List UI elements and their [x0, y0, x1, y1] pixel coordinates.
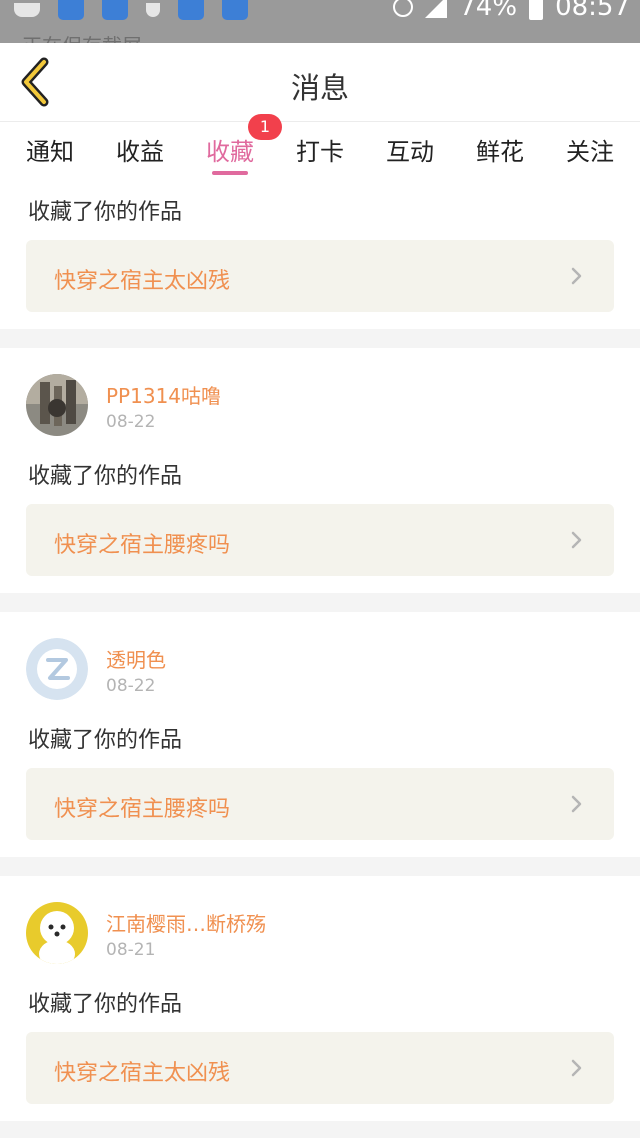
status-icons-right: 74% 08:57: [393, 0, 630, 22]
work-link[interactable]: 快穿之宿主腰疼吗: [26, 768, 614, 840]
app-notification-icon: [222, 0, 248, 20]
active-tab-indicator: [212, 171, 248, 175]
work-title: 快穿之宿主太凶残: [54, 1061, 231, 1086]
battery-icon: [529, 0, 544, 20]
work-title: 快穿之宿主腰疼吗: [54, 797, 231, 822]
status-bar: 正在保存截屏 74% 08:57: [0, 0, 640, 44]
avatar-photo-icon: [26, 374, 88, 436]
tab-earnings[interactable]: 收益: [108, 132, 172, 167]
user-name[interactable]: PP1314咕噜: [106, 380, 221, 409]
tab-flowers[interactable]: 鲜花: [468, 132, 532, 167]
chevron-right-icon: [571, 531, 582, 549]
app-notification-icon: [178, 0, 204, 20]
header: 消息: [0, 43, 640, 122]
action-text: 收藏了你的作品: [28, 464, 183, 489]
list-item: 收藏了你的作品 快穿之宿主太凶残: [0, 182, 640, 329]
status-icons-left: [14, 0, 248, 20]
work-link[interactable]: 快穿之宿主太凶残: [26, 1032, 614, 1104]
default-avatar-icon: [26, 638, 88, 700]
signal-icon: [425, 0, 448, 18]
user-name[interactable]: 江南樱雨…断桥殇: [106, 908, 266, 937]
screenshot-notification: 正在保存截屏: [22, 30, 142, 44]
work-link[interactable]: 快穿之宿主太凶残: [26, 240, 614, 312]
timestamp: 08-21: [106, 940, 156, 960]
dog-avatar-icon: [26, 902, 88, 964]
work-link[interactable]: 快穿之宿主腰疼吗: [26, 504, 614, 576]
avatar[interactable]: [26, 374, 88, 436]
clock: 08:57: [555, 0, 630, 22]
timestamp: 08-22: [106, 412, 156, 432]
avatar[interactable]: [26, 638, 88, 700]
battery-percent: 74%: [459, 0, 518, 22]
alarm-icon: [393, 0, 414, 17]
timestamp: 08-22: [106, 676, 156, 696]
action-text: 收藏了你的作品: [28, 200, 183, 225]
chevron-right-icon: [571, 1059, 582, 1077]
tab-interactions[interactable]: 互动: [378, 132, 442, 167]
work-title: 快穿之宿主腰疼吗: [54, 533, 231, 558]
tab-bar: 通知 收益 收藏 1 打卡 互动 鲜花 关注: [0, 114, 640, 182]
list-item: 透明色 08-22 收藏了你的作品 快穿之宿主腰疼吗: [0, 612, 640, 857]
chevron-right-icon: [571, 267, 582, 285]
work-title: 快穿之宿主太凶残: [54, 269, 231, 294]
action-text: 收藏了你的作品: [28, 728, 183, 753]
tab-checkin[interactable]: 打卡: [288, 132, 352, 167]
action-text: 收藏了你的作品: [28, 992, 183, 1017]
message-icon: [14, 3, 40, 17]
app-notification-icon: [102, 0, 128, 20]
user-name[interactable]: 透明色: [106, 644, 166, 673]
chevron-right-icon: [571, 795, 582, 813]
page-title: 消息: [290, 71, 349, 105]
tab-follows[interactable]: 关注: [558, 132, 622, 167]
microphone-icon: [146, 3, 160, 17]
app-notification-icon: [58, 0, 84, 20]
list-item: PP1314咕噜 08-22 收藏了你的作品 快穿之宿主腰疼吗: [0, 348, 640, 593]
list-item: 江南樱雨…断桥殇 08-21 收藏了你的作品 快穿之宿主太凶残: [0, 876, 640, 1121]
avatar[interactable]: [26, 902, 88, 964]
tab-notifications[interactable]: 通知: [18, 132, 82, 167]
tab-badge-count: 1: [248, 114, 282, 140]
